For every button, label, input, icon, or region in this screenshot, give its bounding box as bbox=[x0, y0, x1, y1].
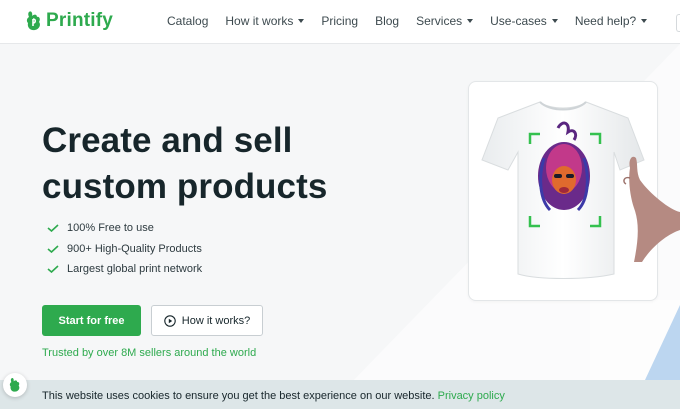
check-icon bbox=[47, 265, 59, 274]
nav-label: Blog bbox=[375, 14, 400, 28]
feature-text: 900+ High-Quality Products bbox=[67, 242, 202, 255]
printify-chat-icon bbox=[9, 377, 20, 392]
feature-item: Largest global print network bbox=[47, 259, 202, 280]
check-icon bbox=[47, 224, 59, 233]
how-it-works-label: How it works? bbox=[181, 314, 251, 327]
cookie-message: This website uses cookies to ensure you … bbox=[42, 390, 505, 402]
chevron-down-icon bbox=[467, 19, 474, 23]
chevron-down-icon bbox=[298, 19, 305, 23]
chevron-down-icon bbox=[641, 19, 648, 23]
nav-label: Need help? bbox=[574, 14, 637, 28]
hero-title-line-1: Create and sell bbox=[42, 121, 293, 160]
cookie-banner: This website uses cookies to ensure you … bbox=[0, 380, 680, 409]
nav-services[interactable]: Services bbox=[416, 14, 474, 28]
hero-title: Create and sell custom products bbox=[42, 118, 362, 210]
feature-text: Largest global print network bbox=[67, 263, 203, 276]
privacy-policy-link[interactable]: Privacy policy bbox=[438, 390, 505, 402]
nav-label: Use-cases bbox=[490, 14, 547, 28]
hand-illustration bbox=[623, 156, 680, 262]
nav-label: Catalog bbox=[167, 14, 209, 28]
nav-label: How it works bbox=[225, 14, 294, 28]
play-circle-icon bbox=[164, 314, 176, 327]
hero-title-line-2: custom products bbox=[42, 167, 328, 206]
trusted-text: Trusted by over 8M sellers around the wo… bbox=[42, 347, 257, 359]
background-accent-triangle bbox=[645, 305, 680, 380]
feature-item: 100% Free to use bbox=[47, 218, 202, 239]
nav-label: Pricing bbox=[321, 14, 359, 28]
feature-list: 100% Free to use 900+ High-Quality Produ… bbox=[47, 218, 202, 280]
nav-how-it-works[interactable]: How it works bbox=[225, 14, 305, 28]
nav-label: Services bbox=[416, 14, 463, 28]
nav-need-help[interactable]: Need help? bbox=[574, 14, 648, 28]
main-nav: Catalog How it works Pricing Blog Servic… bbox=[167, 14, 664, 28]
nav-use-cases[interactable]: Use-cases bbox=[490, 14, 558, 28]
chat-button[interactable] bbox=[3, 373, 27, 397]
start-for-free-button[interactable]: Start for free bbox=[42, 305, 141, 336]
check-icon bbox=[47, 245, 59, 253]
printify-logo-icon bbox=[26, 11, 40, 31]
chevron-down-icon bbox=[551, 19, 558, 23]
site-header: Printify Catalog How it works Pricing Bl… bbox=[0, 0, 680, 44]
nav-blog[interactable]: Blog bbox=[375, 14, 399, 28]
printify-logo[interactable]: Printify bbox=[26, 10, 113, 32]
header-button-edge[interactable] bbox=[676, 14, 680, 32]
brand-name: Printify bbox=[46, 10, 114, 31]
nav-catalog[interactable]: Catalog bbox=[167, 14, 208, 28]
feature-item: 900+ High-Quality Products bbox=[47, 239, 202, 260]
feature-text: 100% Free to use bbox=[67, 222, 154, 235]
nav-pricing[interactable]: Pricing bbox=[321, 14, 358, 28]
how-it-works-button[interactable]: How it works? bbox=[151, 305, 263, 336]
cookie-text: This website uses cookies to ensure you … bbox=[42, 390, 435, 402]
